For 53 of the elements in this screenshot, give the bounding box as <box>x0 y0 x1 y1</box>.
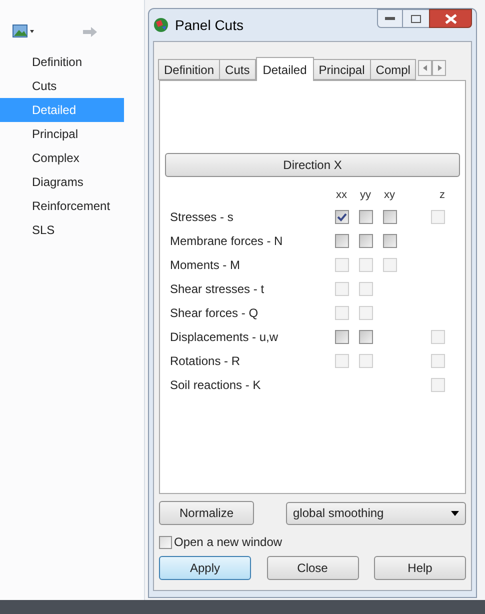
column-header: z <box>440 188 445 203</box>
dialog-button[interactable]: Help <box>374 556 466 580</box>
dialog-button[interactable]: Apply <box>159 556 251 580</box>
checkbox[interactable] <box>383 210 397 224</box>
minimize-button[interactable] <box>377 9 403 28</box>
tab[interactable]: Detailed <box>256 57 314 81</box>
normalize-button[interactable]: Normalize <box>159 501 254 525</box>
column-header: xx <box>336 188 348 203</box>
row-label: Moments - M <box>170 257 242 274</box>
sidebar-item[interactable]: Reinforcement <box>0 194 124 218</box>
sidebar-item[interactable]: Complex <box>0 146 124 170</box>
checkbox[interactable] <box>359 330 373 344</box>
row-label: Rotations - R <box>170 353 242 370</box>
sidebar-item[interactable]: SLS <box>0 218 124 242</box>
checkbox[interactable] <box>335 330 349 344</box>
tab[interactable]: Principal <box>312 59 371 80</box>
column-header: yy <box>360 188 372 203</box>
triangle-right-icon <box>436 65 442 71</box>
checkbox[interactable] <box>359 210 373 224</box>
checkbox-label: Open a new window <box>174 534 282 551</box>
maximize-button[interactable] <box>403 9 429 28</box>
triangle-left-icon <box>422 65 428 71</box>
window-title: Panel Cuts <box>175 16 244 34</box>
row-label: Shear forces - Q <box>170 305 260 322</box>
sidebar-item[interactable]: Diagrams <box>0 170 124 194</box>
dialog-button[interactable]: Close <box>266 556 358 580</box>
close-button[interactable] <box>429 9 472 28</box>
close-icon <box>444 14 456 24</box>
globe-icon <box>153 17 169 33</box>
checkbox[interactable] <box>335 234 349 248</box>
sidebar-item[interactable]: Principal <box>0 122 124 146</box>
tab[interactable]: Compl <box>370 59 416 80</box>
smoothing-dropdown[interactable]: global smoothing <box>286 502 466 524</box>
checkbox[interactable] <box>159 536 172 548</box>
sidebar-item[interactable]: Cuts <box>0 74 124 98</box>
arrow-right-icon[interactable] <box>82 26 98 38</box>
row-label: Shear stresses - t <box>170 281 266 298</box>
row-label: Displacements - u,w <box>170 329 280 346</box>
tab[interactable]: Definition <box>158 59 220 80</box>
tab[interactable]: Cuts <box>219 59 256 80</box>
row-label: Membrane forces - N <box>170 233 284 250</box>
checkbox[interactable] <box>335 210 349 224</box>
row-label: Soil reactions - K <box>170 377 262 394</box>
sidebar-item[interactable]: Definition <box>0 50 124 74</box>
picture-icon[interactable] <box>12 24 34 38</box>
direction-button[interactable]: Direction X <box>165 153 460 177</box>
checkbox[interactable] <box>383 234 397 248</box>
dropdown-arrow-icon <box>451 510 459 516</box>
tab-scroll-left-button[interactable] <box>418 60 432 76</box>
tab-scroll-right-button[interactable] <box>432 60 446 76</box>
column-header: xy <box>384 188 396 203</box>
row-label: Stresses - s <box>170 209 234 226</box>
checkbox[interactable] <box>359 234 373 248</box>
